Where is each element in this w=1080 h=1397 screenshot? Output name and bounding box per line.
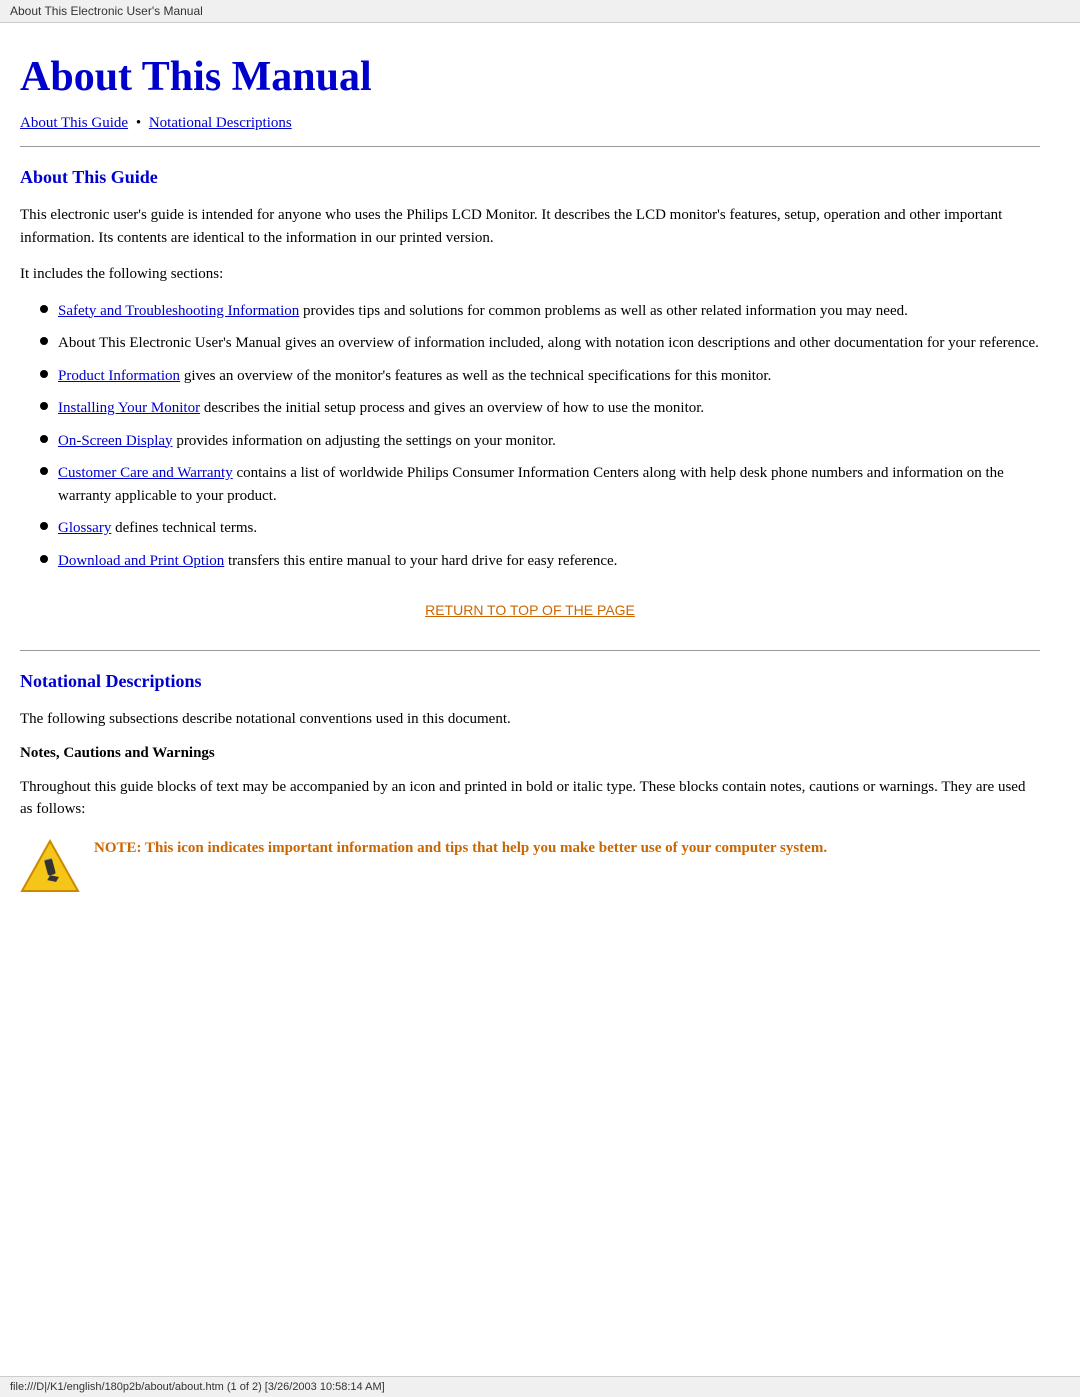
- nav-link-about-guide[interactable]: About This Guide: [20, 115, 128, 131]
- note-warning-icon: [20, 837, 80, 897]
- list-item: Customer Care and Warranty contains a li…: [40, 462, 1040, 507]
- note-block: NOTE: This icon indicates important info…: [20, 837, 1040, 897]
- main-content: About This Manual About This Guide • Not…: [0, 23, 1080, 957]
- section2-heading: Notational Descriptions: [20, 671, 1040, 692]
- link-osd[interactable]: On-Screen Display: [58, 433, 173, 449]
- bullet-icon: [40, 305, 48, 313]
- section1-intro1: This electronic user's guide is intended…: [20, 204, 1040, 249]
- bullet-icon: [40, 337, 48, 345]
- notes-para: Throughout this guide blocks of text may…: [20, 776, 1040, 821]
- bullet-icon: [40, 435, 48, 443]
- list-item-text: About This Electronic User's Manual give…: [58, 332, 1039, 355]
- tab-title: About This Electronic User's Manual: [10, 4, 203, 18]
- bullet-icon: [40, 402, 48, 410]
- nav-separator: •: [136, 115, 141, 131]
- list-item: Product Information gives an overview of…: [40, 365, 1040, 388]
- notes-cautions-heading: Notes, Cautions and Warnings: [20, 745, 1040, 762]
- link-product-info[interactable]: Product Information: [58, 368, 180, 384]
- list-item-text: Glossary defines technical terms.: [58, 517, 257, 540]
- bullet-icon: [40, 370, 48, 378]
- list-item: Glossary defines technical terms.: [40, 517, 1040, 540]
- list-item: On-Screen Display provides information o…: [40, 430, 1040, 453]
- divider-middle: [20, 650, 1040, 651]
- nav-links: About This Guide • Notational Descriptio…: [20, 115, 1040, 132]
- section1-heading: About This Guide: [20, 167, 1040, 188]
- return-top-link[interactable]: RETURN TO TOP OF THE PAGE: [425, 602, 635, 618]
- section2-intro: The following subsections describe notat…: [20, 708, 1040, 731]
- section1-bullet-list: Safety and Troubleshooting Information p…: [40, 300, 1040, 573]
- page-title: About This Manual: [20, 53, 1040, 101]
- section-notational: Notational Descriptions The following su…: [20, 671, 1040, 897]
- note-text: NOTE: This icon indicates important info…: [94, 837, 827, 860]
- link-safety[interactable]: Safety and Troubleshooting Information: [58, 303, 299, 319]
- list-item-text: Download and Print Option transfers this…: [58, 550, 617, 573]
- link-download[interactable]: Download and Print Option: [58, 553, 224, 569]
- link-glossary[interactable]: Glossary: [58, 520, 111, 536]
- bullet-icon: [40, 522, 48, 530]
- section1-intro2: It includes the following sections:: [20, 263, 1040, 286]
- footer-url-bar: file:///D|/K1/english/180p2b/about/about…: [0, 1376, 1080, 1397]
- list-item-text: Product Information gives an overview of…: [58, 365, 771, 388]
- list-item: Download and Print Option transfers this…: [40, 550, 1040, 573]
- link-customer-care[interactable]: Customer Care and Warranty: [58, 465, 233, 481]
- link-installing[interactable]: Installing Your Monitor: [58, 400, 200, 416]
- nav-link-notational[interactable]: Notational Descriptions: [149, 115, 292, 131]
- list-item-text: Safety and Troubleshooting Information p…: [58, 300, 908, 323]
- section-about-guide: About This Guide This electronic user's …: [20, 167, 1040, 620]
- browser-tab-bar: About This Electronic User's Manual: [0, 0, 1080, 23]
- list-item: Safety and Troubleshooting Information p…: [40, 300, 1040, 323]
- list-item-text: Customer Care and Warranty contains a li…: [58, 462, 1040, 507]
- bullet-icon: [40, 555, 48, 563]
- bullet-icon: [40, 467, 48, 475]
- list-item-text: Installing Your Monitor describes the in…: [58, 397, 704, 420]
- divider-top: [20, 146, 1040, 147]
- list-item: Installing Your Monitor describes the in…: [40, 397, 1040, 420]
- list-item-text: On-Screen Display provides information o…: [58, 430, 556, 453]
- return-to-top: RETURN TO TOP OF THE PAGE: [20, 602, 1040, 620]
- footer-url-text: file:///D|/K1/english/180p2b/about/about…: [10, 1381, 385, 1393]
- list-item: About This Electronic User's Manual give…: [40, 332, 1040, 355]
